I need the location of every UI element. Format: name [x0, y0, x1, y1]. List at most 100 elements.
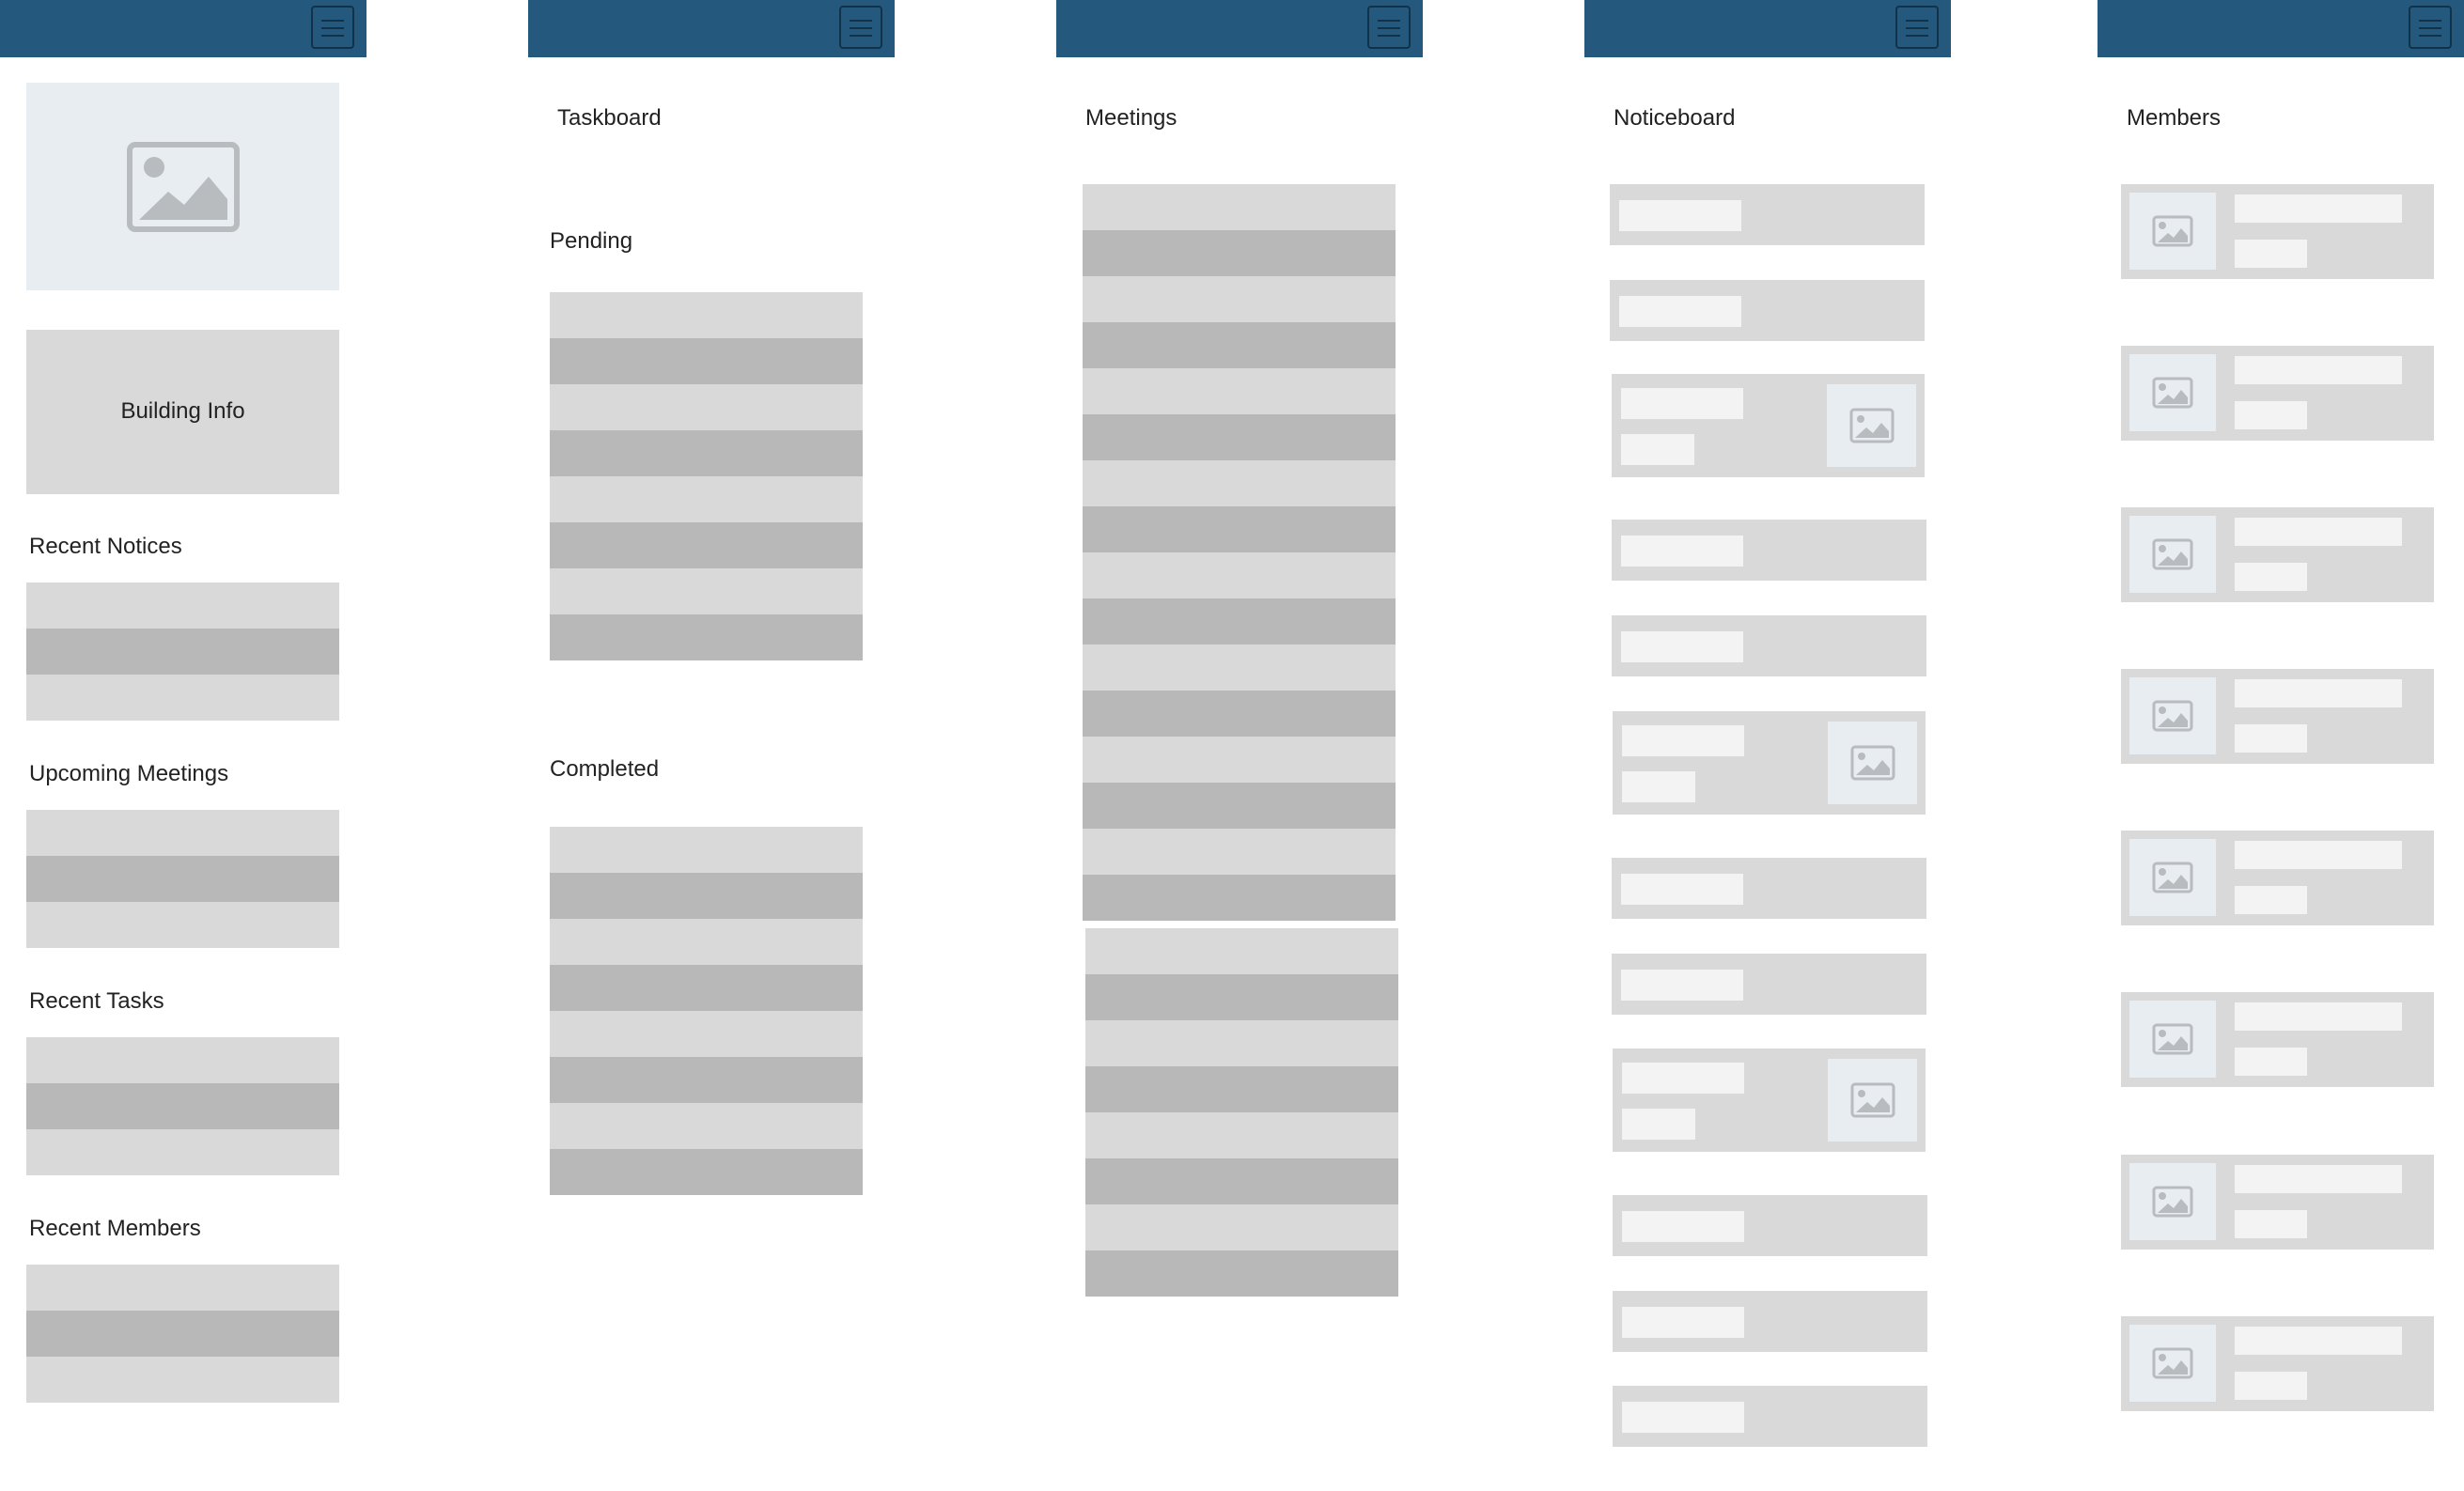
notice-card[interactable] [1613, 1291, 1927, 1352]
list-item[interactable] [550, 614, 863, 660]
list-item[interactable] [26, 1311, 339, 1357]
notice-card[interactable] [1612, 858, 1926, 919]
list-item[interactable] [550, 476, 863, 522]
list-item[interactable] [1083, 645, 1396, 691]
list-item[interactable] [550, 1149, 863, 1195]
list-item[interactable] [550, 1103, 863, 1149]
pending-heading: Pending [550, 228, 633, 254]
list-item[interactable] [26, 675, 339, 721]
list-item[interactable] [1083, 506, 1396, 552]
list-item[interactable] [1085, 1066, 1398, 1112]
list-item[interactable] [1083, 368, 1396, 414]
list-item[interactable] [1083, 829, 1396, 875]
list-item[interactable] [1083, 230, 1396, 276]
building-info-button[interactable]: Building Info [26, 330, 339, 494]
list-item[interactable] [1085, 1250, 1398, 1297]
list-item[interactable] [550, 827, 863, 873]
member-card[interactable] [2121, 1316, 2434, 1411]
list-item[interactable] [1085, 1020, 1398, 1066]
completed-task-list [550, 827, 863, 1195]
image-icon [1850, 1082, 1895, 1118]
list-item[interactable] [550, 873, 863, 919]
list-item[interactable] [26, 902, 339, 948]
notice-title-placeholder [1622, 1063, 1744, 1094]
list-item[interactable] [26, 1083, 339, 1129]
menu-icon[interactable] [1367, 6, 1411, 49]
avatar [2129, 516, 2216, 593]
member-card[interactable] [2121, 346, 2434, 441]
image-icon [2152, 377, 2193, 409]
notice-card[interactable] [1612, 615, 1926, 676]
list-item[interactable] [550, 965, 863, 1011]
building-info-label: Building Info [120, 398, 245, 424]
meetings-list-continued [1085, 928, 1398, 1297]
list-item[interactable] [1083, 322, 1396, 368]
list-item[interactable] [1085, 974, 1398, 1020]
menu-icon[interactable] [2409, 6, 2452, 49]
list-item[interactable] [1083, 737, 1396, 783]
avatar [2129, 1325, 2216, 1402]
image-icon [2152, 538, 2193, 570]
list-item[interactable] [1083, 414, 1396, 460]
dashboard-header [0, 0, 366, 57]
list-item[interactable] [550, 430, 863, 476]
list-item[interactable] [1085, 1112, 1398, 1158]
member-card[interactable] [2121, 184, 2434, 279]
list-item[interactable] [550, 1011, 863, 1057]
member-detail-placeholder [2235, 563, 2307, 591]
member-detail-placeholder [2235, 1048, 2307, 1076]
noticeboard-screen: Noticeboard [1584, 0, 1951, 1491]
list-item[interactable] [550, 1057, 863, 1103]
list-item[interactable] [26, 582, 339, 629]
list-item[interactable] [550, 338, 863, 384]
member-card[interactable] [2121, 1155, 2434, 1250]
list-item[interactable] [1083, 184, 1396, 230]
notice-card[interactable] [1610, 280, 1925, 341]
list-item[interactable] [1083, 691, 1396, 737]
noticeboard-header [1584, 0, 1951, 57]
notice-card-with-image[interactable] [1612, 374, 1925, 477]
member-card[interactable] [2121, 831, 2434, 925]
notice-card[interactable] [1612, 520, 1926, 581]
notice-card[interactable] [1613, 1195, 1927, 1256]
notice-title-placeholder [1621, 631, 1743, 662]
member-card[interactable] [2121, 992, 2434, 1087]
list-item[interactable] [1083, 783, 1396, 829]
list-item[interactable] [26, 1357, 339, 1403]
image-icon [2152, 862, 2193, 893]
list-item[interactable] [550, 384, 863, 430]
list-item[interactable] [550, 522, 863, 568]
list-item[interactable] [1083, 552, 1396, 598]
list-item[interactable] [550, 919, 863, 965]
list-item[interactable] [26, 629, 339, 675]
list-item[interactable] [1085, 928, 1398, 974]
list-item[interactable] [550, 292, 863, 338]
menu-icon[interactable] [311, 6, 354, 49]
notice-card[interactable] [1612, 954, 1926, 1015]
menu-icon[interactable] [839, 6, 882, 49]
notice-card-with-image[interactable] [1613, 711, 1926, 815]
notice-card[interactable] [1613, 1386, 1927, 1447]
completed-heading: Completed [550, 756, 660, 782]
meetings-header [1056, 0, 1423, 57]
menu-icon[interactable] [1895, 6, 1939, 49]
notice-card-with-image[interactable] [1613, 1048, 1926, 1152]
list-item[interactable] [26, 856, 339, 902]
list-item[interactable] [550, 568, 863, 614]
member-card[interactable] [2121, 507, 2434, 602]
list-item[interactable] [1085, 1158, 1398, 1204]
list-item[interactable] [1083, 276, 1396, 322]
list-item[interactable] [26, 1265, 339, 1311]
image-icon [2152, 1347, 2193, 1379]
notice-card[interactable] [1610, 184, 1925, 245]
list-item[interactable] [1083, 875, 1396, 921]
list-item[interactable] [1083, 460, 1396, 506]
image-icon [126, 141, 240, 232]
list-item[interactable] [26, 1129, 339, 1175]
list-item[interactable] [1083, 598, 1396, 645]
member-card[interactable] [2121, 669, 2434, 764]
member-name-placeholder [2235, 1002, 2402, 1031]
list-item[interactable] [26, 810, 339, 856]
list-item[interactable] [1085, 1204, 1398, 1250]
list-item[interactable] [26, 1037, 339, 1083]
